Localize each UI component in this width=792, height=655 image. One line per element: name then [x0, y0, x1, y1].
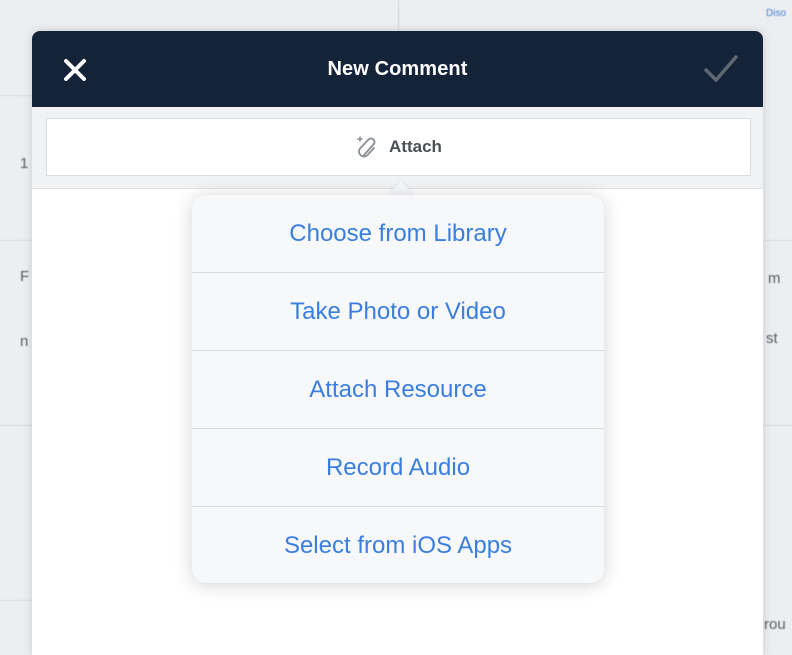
background-text: n: [20, 333, 29, 350]
background-divider: [763, 240, 792, 241]
attach-button[interactable]: Attach: [46, 118, 751, 176]
popover-arrow: [387, 181, 415, 195]
menu-item-attach-resource[interactable]: Attach Resource: [192, 351, 604, 429]
attach-label: Attach: [389, 137, 442, 156]
background-text: m: [768, 270, 781, 287]
background-divider: [0, 425, 32, 426]
attach-toolbar: Attach: [32, 107, 763, 189]
attach-options-popover: Choose from Library Take Photo or Video …: [192, 195, 604, 583]
paperclip-icon: [355, 135, 381, 159]
menu-item-record-audio[interactable]: Record Audio: [192, 429, 604, 507]
done-button[interactable]: [701, 49, 741, 89]
close-icon: [64, 59, 86, 81]
background-divider: [0, 240, 32, 241]
menu-item-select-from-ios-apps[interactable]: Select from iOS Apps: [192, 507, 604, 585]
menu-item-take-photo-or-video[interactable]: Take Photo or Video: [192, 273, 604, 351]
background-text: st: [766, 330, 778, 347]
screen: 1 F n m st rou Diso New Comment Attach C…: [0, 0, 792, 655]
close-button[interactable]: [58, 53, 92, 87]
menu-item-choose-from-library[interactable]: Choose from Library: [192, 195, 604, 273]
background-divider: [763, 425, 792, 426]
background-text: rou: [764, 616, 786, 633]
modal-navbar: New Comment: [32, 31, 763, 107]
checkmark-icon: [704, 55, 738, 82]
background-text: F: [20, 268, 30, 285]
background-text: 1: [20, 155, 29, 172]
background-divider: [0, 600, 32, 601]
background-link[interactable]: Diso: [766, 8, 786, 19]
background-divider: [0, 95, 32, 96]
modal-title: New Comment: [327, 57, 468, 80]
